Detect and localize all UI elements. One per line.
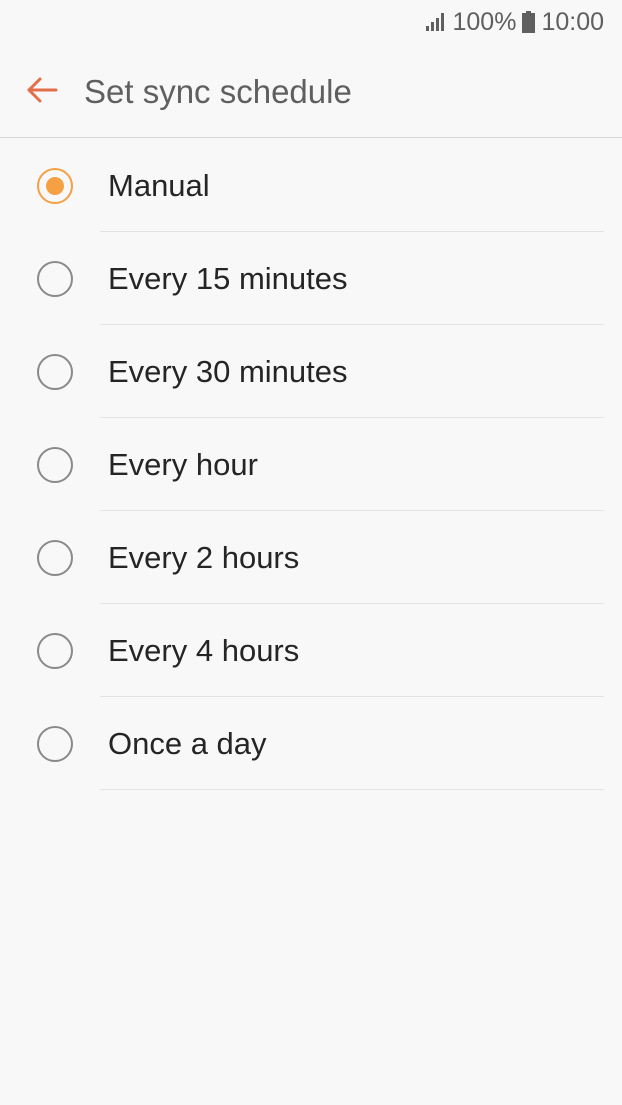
back-button[interactable] bbox=[20, 70, 64, 114]
option-label: Manual bbox=[108, 168, 210, 203]
arrow-left-icon bbox=[26, 76, 58, 109]
option-label: Every 4 hours bbox=[108, 633, 300, 668]
option-every-30-minutes[interactable]: Every 30 minutes bbox=[0, 325, 622, 418]
signal-strength-icon bbox=[426, 13, 446, 31]
option-once-a-day[interactable]: Once a day bbox=[0, 697, 622, 790]
radio-button[interactable] bbox=[37, 261, 73, 297]
clock-time: 10:00 bbox=[541, 8, 604, 36]
radio-button-selected[interactable] bbox=[37, 168, 73, 204]
option-label: Every 30 minutes bbox=[108, 354, 348, 389]
radio-button[interactable] bbox=[37, 354, 73, 390]
option-label: Every 15 minutes bbox=[108, 261, 348, 296]
page-title: Set sync schedule bbox=[84, 73, 352, 110]
option-every-hour[interactable]: Every hour bbox=[0, 418, 622, 511]
option-label: Every 2 hours bbox=[108, 540, 300, 575]
sync-schedule-options: Manual Every 15 minutes Every 30 minutes… bbox=[0, 139, 622, 790]
radio-button[interactable] bbox=[37, 540, 73, 576]
battery-icon bbox=[522, 11, 536, 33]
radio-button[interactable] bbox=[37, 633, 73, 669]
option-label: Once a day bbox=[108, 726, 267, 761]
option-every-2-hours[interactable]: Every 2 hours bbox=[0, 511, 622, 604]
status-indicators: 100% 10:00 bbox=[426, 8, 604, 36]
radio-button[interactable] bbox=[37, 726, 73, 762]
app-bar: Set sync schedule bbox=[0, 50, 622, 138]
option-label: Every hour bbox=[108, 447, 258, 482]
option-every-15-minutes[interactable]: Every 15 minutes bbox=[0, 232, 622, 325]
radio-button[interactable] bbox=[37, 447, 73, 483]
battery-percent: 100% bbox=[452, 8, 517, 36]
option-manual[interactable]: Manual bbox=[0, 139, 622, 232]
status-bar: 100% 10:00 bbox=[0, 0, 622, 44]
option-every-4-hours[interactable]: Every 4 hours bbox=[0, 604, 622, 697]
